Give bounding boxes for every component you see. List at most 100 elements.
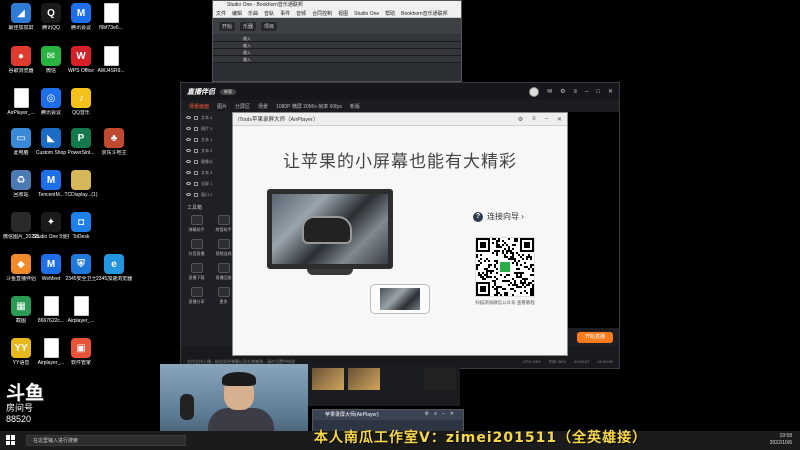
tool-button[interactable]: 直播分享: [183, 287, 210, 305]
toolbar-instrument-button[interactable]: 乐器: [240, 21, 257, 31]
track-row[interactable]: 输入: [213, 42, 461, 49]
desktop-icon-label: 京东斗地主: [101, 150, 127, 156]
minimize-icon[interactable]: –: [585, 89, 588, 95]
layer-label: 全屏 1: [201, 180, 213, 186]
layer-row[interactable]: 文本 2: [181, 145, 234, 156]
toolbar-project-button[interactable]: 项目: [261, 21, 278, 31]
eye-icon[interactable]: [186, 116, 191, 119]
live-tab[interactable]: 分屏区: [235, 103, 250, 110]
live-tab[interactable]: 场景: [258, 103, 268, 110]
menu-item[interactable]: 音频: [296, 10, 306, 17]
lock-icon[interactable]: [194, 126, 198, 131]
desktop-icon-label: 2345安全卫士: [65, 276, 97, 282]
desktop-icon-label: Airplayer_...: [67, 318, 95, 324]
layer-row[interactable]: 图片 3: [181, 123, 234, 134]
minimize-icon[interactable]: –: [545, 116, 548, 123]
toolbar-start-button[interactable]: 开始: [219, 21, 236, 31]
connection-guide-link[interactable]: ? 连接向导 ›: [473, 211, 524, 222]
eye-icon[interactable]: [186, 182, 191, 185]
lock-icon[interactable]: [194, 192, 198, 197]
track-row[interactable]: 输入: [213, 56, 461, 63]
eye-icon[interactable]: [186, 193, 191, 196]
live-tab[interactable]: 新版: [350, 103, 360, 110]
lock-icon[interactable]: [194, 115, 198, 120]
close-icon[interactable]: ✕: [557, 116, 562, 123]
itools-titlebar: iTools苹果录屏大师（AirPlayer） ⚙ ≡ – ✕: [233, 113, 567, 126]
eye-icon[interactable]: [186, 160, 191, 163]
studio-one-window[interactable]: Studio One - Bookhorn音乐通联邦 文件 编辑 乐曲 音轨 事件 音频合…: [212, 0, 462, 82]
layer-label: 图片 3: [201, 125, 213, 131]
live-tab[interactable]: 场景画面: [189, 103, 209, 110]
menu-item[interactable]: 帮助: [385, 10, 395, 17]
desktop-icon[interactable]: P PowerSint...: [63, 128, 99, 156]
live-tabs: 场景画面 图片 分屏区 场景 1080P 横屏 20M/s 帧率 60fps 新版: [181, 100, 619, 112]
menu-icon[interactable]: ≡: [573, 89, 577, 95]
desktop-icon[interactable]: f9bf73e6...: [93, 3, 129, 31]
desktop-icon[interactable]: ♪ QQ音乐: [63, 88, 99, 116]
close-icon[interactable]: ✕: [608, 88, 613, 95]
mail-icon[interactable]: ✉: [547, 88, 552, 95]
track-row[interactable]: 输入: [213, 35, 461, 42]
stat-value: CPU 43%: [523, 359, 541, 364]
menu-item[interactable]: Studio One: [354, 10, 379, 17]
eye-icon[interactable]: [186, 171, 191, 174]
desktop-icon[interactable]: ♣ 京东斗地主: [96, 128, 132, 156]
menu-icon[interactable]: ≡: [532, 116, 536, 123]
layer-row[interactable]: 文本 3: [181, 167, 234, 178]
menu-item[interactable]: 音轨: [264, 10, 274, 17]
tool-button[interactable]: 直播下载: [183, 263, 210, 281]
scene-thumb[interactable]: [348, 368, 380, 390]
lock-icon[interactable]: [194, 148, 198, 153]
layer-row[interactable]: 全屏 1: [181, 178, 234, 189]
track-row[interactable]: 输入: [213, 49, 461, 56]
desktop-icon[interactable]: ◘ ToDesk: [63, 212, 99, 240]
menu-item[interactable]: 事件: [280, 10, 290, 17]
lock-icon[interactable]: [194, 181, 198, 186]
desktop-icon[interactable]: e 2345加速浏览器: [96, 254, 132, 282]
mini-controls[interactable]: ⚙≡–✕: [425, 411, 459, 417]
menu-item[interactable]: 合同控制: [312, 10, 332, 17]
itools-airplayer-dialog[interactable]: iTools苹果录屏大师（AirPlayer） ⚙ ≡ – ✕ 让苹果的小屏幕也…: [232, 112, 568, 356]
desktop-icon[interactable]: TCDisplay...(1): [63, 170, 99, 198]
windows-start-icon[interactable]: [6, 435, 16, 445]
layer-label: 文本 4: [201, 114, 213, 120]
scene-thumb[interactable]: [312, 368, 344, 390]
eye-icon[interactable]: [186, 127, 191, 130]
settings-icon[interactable]: ⚙: [518, 116, 523, 123]
menu-item[interactable]: Bookhorn音乐通联邦: [401, 10, 447, 17]
desktop-icon[interactable]: Airplayer_...: [63, 296, 99, 324]
live-tab[interactable]: 图片: [217, 103, 227, 110]
lock-icon[interactable]: [194, 137, 198, 142]
menu-item[interactable]: 乐曲: [248, 10, 258, 17]
eye-icon[interactable]: [186, 149, 191, 152]
start-live-button[interactable]: 开始直播: [577, 332, 613, 343]
layer-row[interactable]: 窗口 2: [181, 189, 234, 200]
desktop-icon-label: PowerSint...: [67, 150, 95, 156]
settings-icon[interactable]: ⚙: [560, 88, 565, 95]
layer-row[interactable]: 文本 4: [181, 112, 234, 123]
lock-icon[interactable]: [194, 159, 198, 164]
tv-illustration: [267, 189, 393, 275]
layer-row[interactable]: 文本 1: [181, 134, 234, 145]
tool-icon: [190, 239, 203, 249]
desktop-icon-label: f9bf73e6...: [99, 25, 123, 31]
maximize-icon[interactable]: □: [596, 89, 600, 95]
tool-button[interactable]: 弹幕助手: [183, 215, 210, 233]
menu-item[interactable]: 编辑: [232, 10, 242, 17]
menu-item[interactable]: 视图: [338, 10, 348, 17]
desktop-icon[interactable]: AWJ4SR9...: [93, 46, 129, 74]
desktop-icon-label: TCDisplay...(1): [64, 192, 98, 198]
taskbar-search-input[interactable]: 在这里输入进行搜索: [26, 435, 186, 446]
app-icon: M: [41, 170, 61, 190]
avatar[interactable]: [529, 86, 540, 97]
scene-thumb[interactable]: [424, 368, 456, 390]
app-icon: ♪: [71, 88, 91, 108]
desktop-icon[interactable]: ▣ 软件管家: [63, 338, 99, 366]
live-tab[interactable]: 1080P 横屏 20M/s 帧率 60fps: [276, 103, 342, 110]
layer-row[interactable]: 摄像头: [181, 156, 234, 167]
menu-item[interactable]: 文件: [216, 10, 226, 17]
lock-icon[interactable]: [194, 170, 198, 175]
tool-button[interactable]: 抖音直播: [183, 239, 210, 257]
eye-icon[interactable]: [186, 138, 191, 141]
desktop-icon[interactable]: ⛨ 2345安全卫士: [63, 254, 99, 282]
